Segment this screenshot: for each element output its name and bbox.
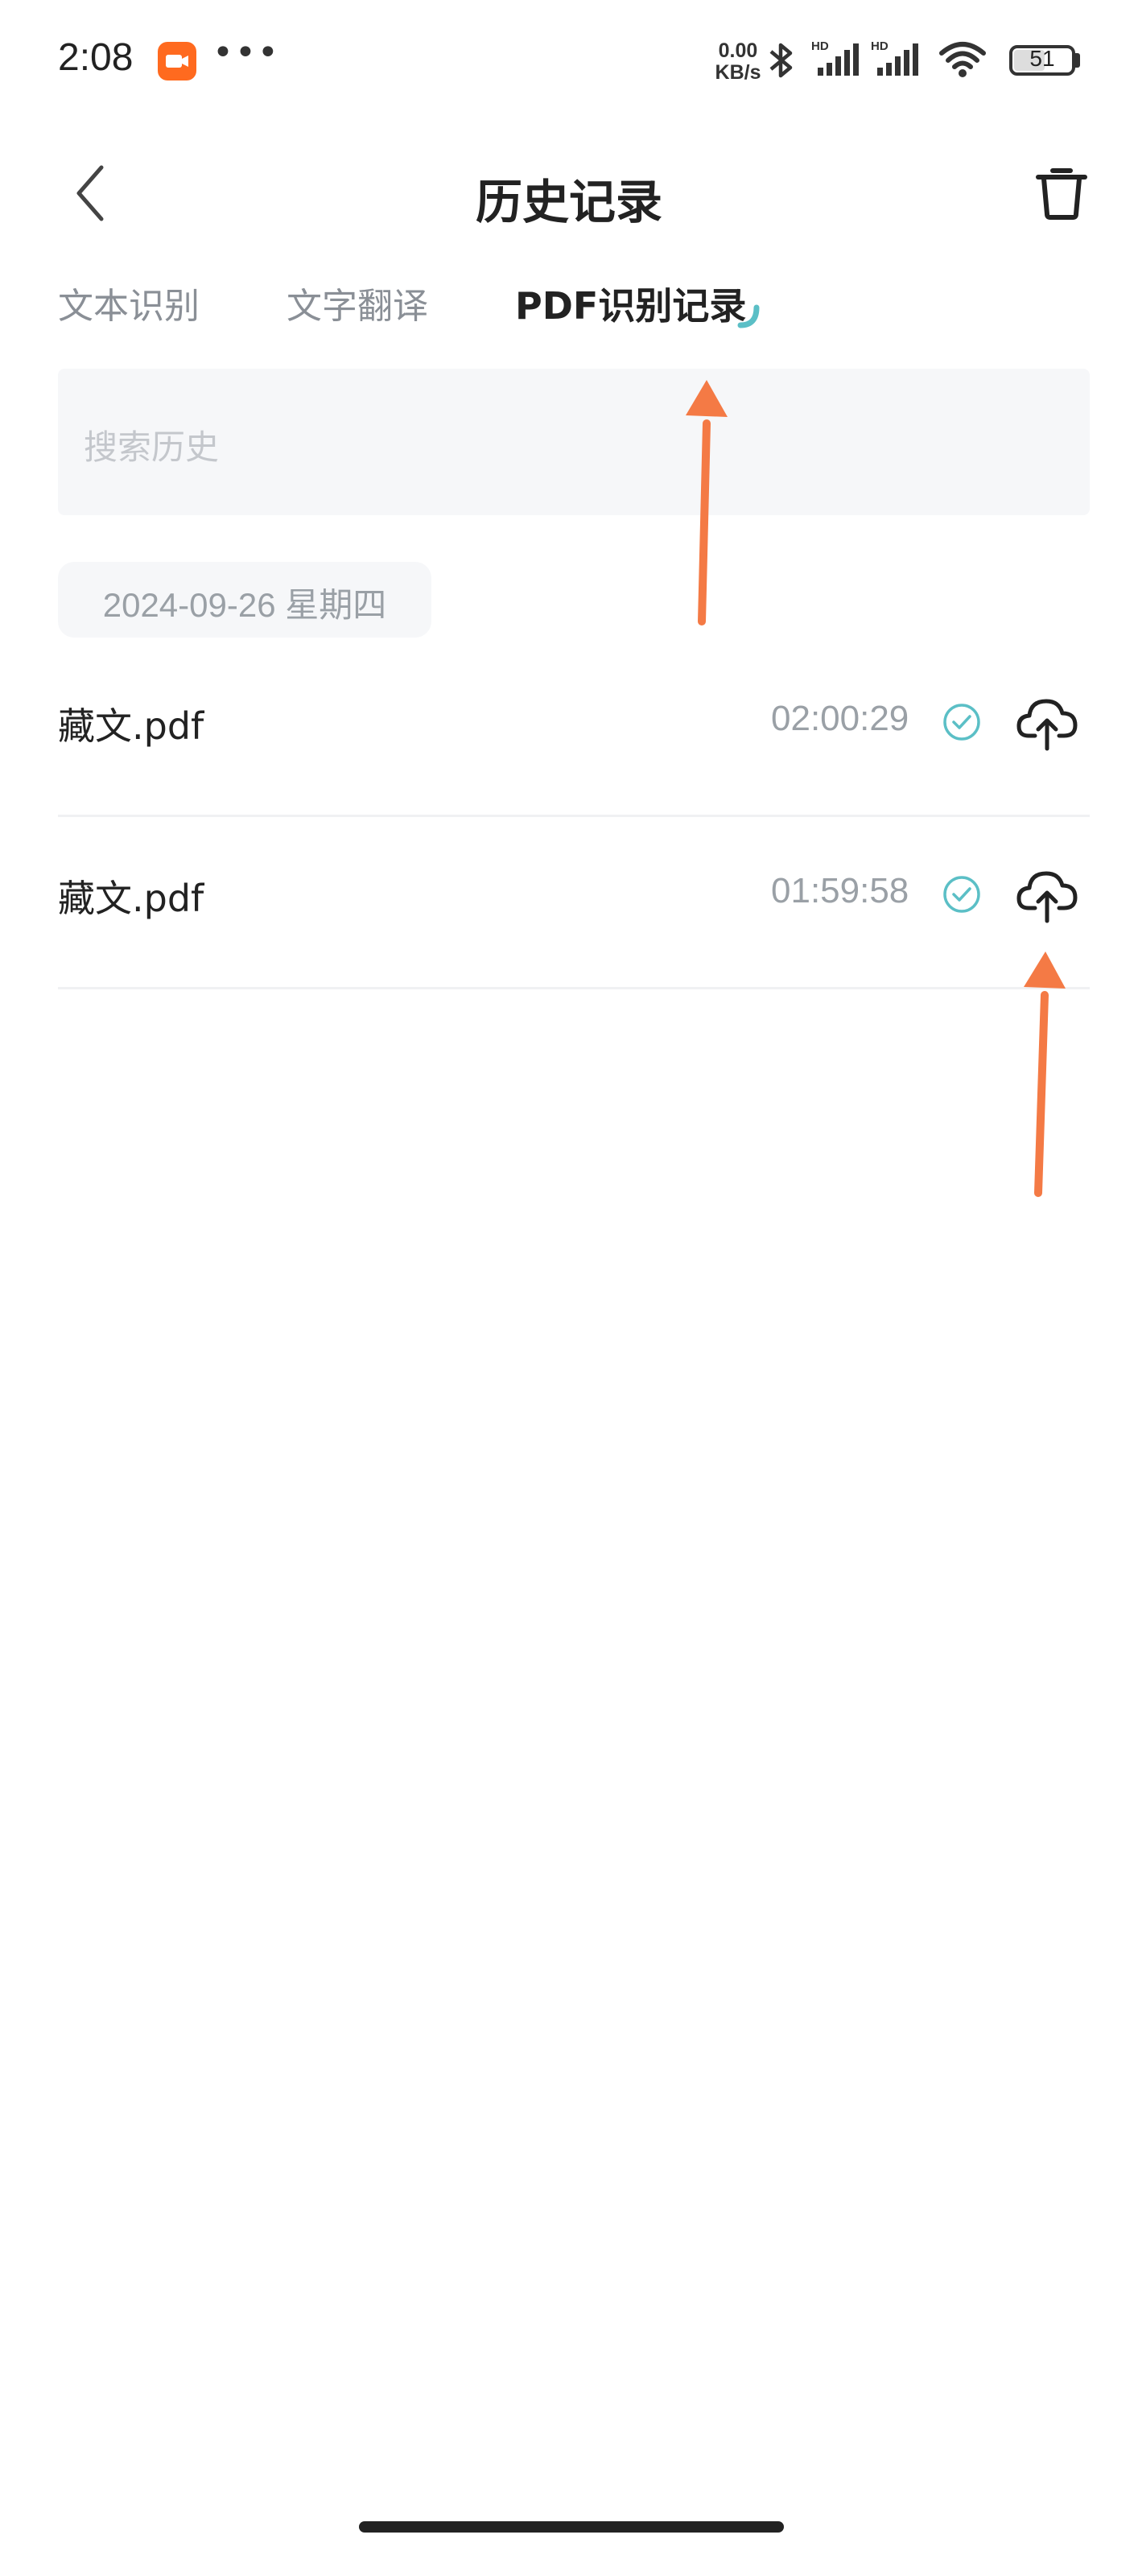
- signal-2-icon: HD: [871, 39, 921, 82]
- bluetooth-icon: [765, 40, 798, 84]
- svg-text:HD: HD: [871, 39, 889, 53]
- annotation-arrow-up: [686, 380, 728, 625]
- divider: [58, 987, 1090, 989]
- search-placeholder: 搜索历史: [84, 427, 220, 467]
- network-speed: 0.00 KB/s: [715, 39, 761, 84]
- status-time: 2:08: [58, 36, 134, 79]
- page-title: 历史记录: [475, 175, 662, 229]
- check-icon: [942, 874, 982, 918]
- check-icon: [942, 702, 982, 745]
- file-time: 01:59:58: [771, 871, 909, 910]
- home-indicator[interactable]: [359, 2521, 784, 2533]
- upload-button[interactable]: [1016, 863, 1080, 931]
- upload-button[interactable]: [1016, 691, 1080, 758]
- svg-text:HD: HD: [811, 39, 829, 53]
- more-notifications-icon: •••: [212, 32, 280, 73]
- cloud-upload-icon: [1016, 871, 1078, 923]
- screen-recording-icon: [158, 42, 196, 80]
- wifi-icon: [937, 39, 988, 82]
- file-time: 02:00:29: [771, 699, 909, 738]
- tab-text-recognition[interactable]: 文本识别: [58, 277, 200, 328]
- delete-button[interactable]: [1033, 164, 1090, 224]
- date-label: 2024-09-26 星期四: [102, 586, 387, 624]
- battery-level: 51: [1029, 46, 1055, 71]
- active-tab-indicator: [732, 303, 765, 338]
- divider: [58, 815, 1090, 817]
- file-name: 藏文.pdf: [58, 877, 204, 920]
- trash-icon: [1036, 168, 1087, 220]
- file-name: 藏文.pdf: [58, 704, 204, 748]
- tab-pdf-records[interactable]: PDF识别记录: [515, 277, 746, 330]
- tab-text-translation[interactable]: 文字翻译: [287, 277, 428, 328]
- signal-1-icon: HD: [811, 39, 861, 82]
- cloud-upload-icon: [1016, 699, 1078, 751]
- annotation-arrow-up: [1024, 952, 1066, 1197]
